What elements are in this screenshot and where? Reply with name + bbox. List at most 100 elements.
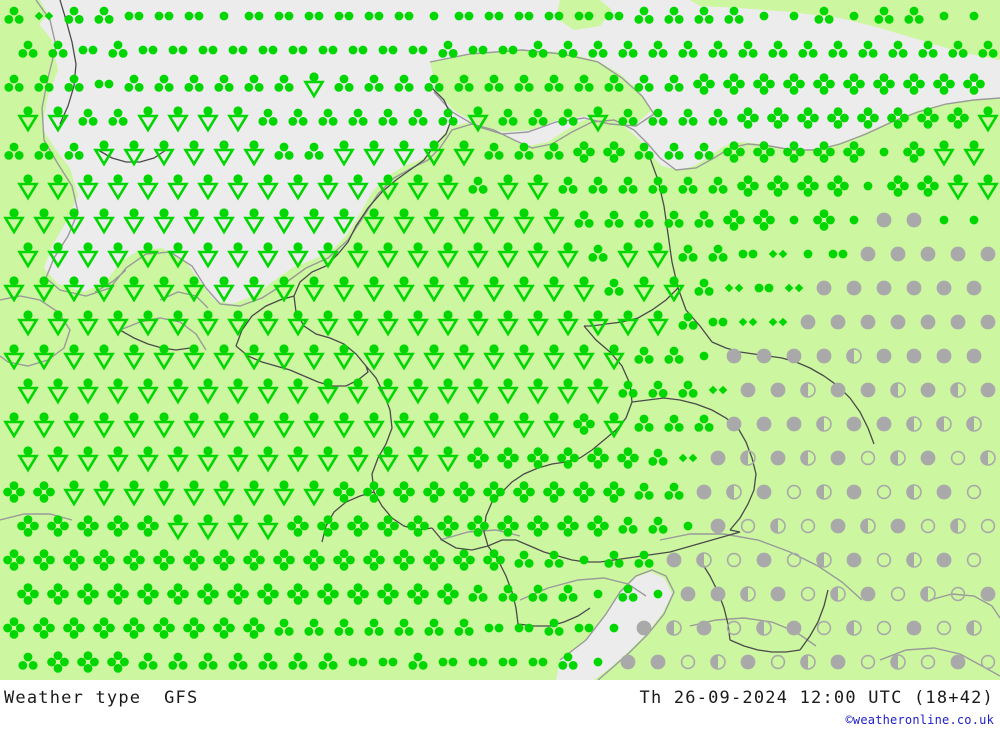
weather-symbol-P bbox=[920, 586, 936, 602]
weather-symbol-4 bbox=[467, 447, 489, 469]
weather-symbol-O bbox=[770, 586, 786, 602]
weather-symbol-S bbox=[93, 208, 115, 235]
weather-symbol-S bbox=[213, 140, 235, 167]
weather-symbol-S bbox=[197, 174, 219, 201]
weather-symbol-S bbox=[33, 344, 55, 371]
weather-symbol-O bbox=[830, 314, 846, 330]
weather-symbol-C bbox=[950, 450, 966, 466]
weather-symbol-3 bbox=[528, 108, 548, 126]
weather-symbol-4 bbox=[437, 515, 459, 537]
weather-symbol-S bbox=[93, 344, 115, 371]
weather-symbol-O bbox=[756, 416, 772, 432]
weather-symbol-2 bbox=[124, 11, 144, 21]
weather-symbol-S bbox=[467, 106, 489, 133]
weather-symbol-3 bbox=[228, 652, 248, 670]
weather-symbol-S bbox=[497, 242, 519, 269]
weather-symbol-S bbox=[167, 310, 189, 337]
weather-symbol-P bbox=[696, 552, 712, 568]
weather-symbol-S bbox=[273, 480, 295, 507]
weather-symbol-S bbox=[257, 174, 279, 201]
weather-symbol-3 bbox=[648, 40, 668, 58]
weather-symbol-3 bbox=[498, 108, 518, 126]
weather-symbol-S bbox=[317, 242, 339, 269]
weather-symbol-3 bbox=[154, 74, 174, 92]
weather-symbol-S bbox=[543, 276, 565, 303]
weather-symbol-3 bbox=[184, 74, 204, 92]
weather-symbol-S bbox=[93, 140, 115, 167]
weather-symbol-S bbox=[17, 446, 39, 473]
weather-symbol-4 bbox=[753, 73, 775, 95]
weather-symbol-4 bbox=[497, 515, 519, 537]
weather-symbol-4 bbox=[33, 617, 55, 639]
weather-symbol-4 bbox=[797, 175, 819, 197]
weather-symbol-3 bbox=[4, 142, 24, 160]
weather-symbol-4 bbox=[123, 617, 145, 639]
weather-symbol-3 bbox=[258, 108, 278, 126]
weather-symbol-S bbox=[497, 174, 519, 201]
weather-symbol-S bbox=[317, 310, 339, 337]
weather-symbol-S bbox=[183, 140, 205, 167]
weather-symbol-O bbox=[786, 620, 802, 636]
weather-symbol-C bbox=[876, 552, 892, 568]
weather-symbol-S bbox=[197, 514, 219, 541]
weather-symbol-S bbox=[543, 344, 565, 371]
weather-symbol-O bbox=[816, 280, 832, 296]
weather-symbol-4 bbox=[3, 617, 25, 639]
weather-symbol-O bbox=[920, 382, 936, 398]
weather-symbol-3 bbox=[528, 40, 548, 58]
weather-symbol-O bbox=[696, 620, 712, 636]
weather-symbol-4 bbox=[183, 617, 205, 639]
weather-symbol-S bbox=[617, 310, 639, 337]
weather-symbol-S bbox=[557, 378, 579, 405]
weather-symbol-g bbox=[699, 351, 709, 361]
weather-symbol-4 bbox=[573, 141, 595, 163]
weather-symbol-O bbox=[830, 450, 846, 466]
weather-symbol-C bbox=[800, 518, 816, 534]
weather-symbol-C bbox=[936, 620, 952, 636]
weather-symbol-S bbox=[287, 310, 309, 337]
weather-symbol-4 bbox=[93, 617, 115, 639]
weather-symbol-3 bbox=[604, 550, 624, 568]
weather-symbol-4 bbox=[587, 515, 609, 537]
weather-symbol-2 bbox=[318, 45, 338, 55]
weather-symbol-3 bbox=[514, 74, 534, 92]
weather-symbol-4 bbox=[363, 549, 385, 571]
weather-symbol-3 bbox=[394, 74, 414, 92]
weather-symbol-g bbox=[939, 215, 949, 225]
weather-symbol-4 bbox=[767, 107, 789, 129]
weather-symbol-4 bbox=[723, 141, 745, 163]
weather-symbol-P bbox=[890, 450, 906, 466]
weather-symbol-P bbox=[906, 484, 922, 500]
weather-symbol-S bbox=[393, 344, 415, 371]
weather-symbol-S bbox=[123, 344, 145, 371]
weather-symbol-4 bbox=[557, 515, 579, 537]
weather-symbol-S bbox=[257, 514, 279, 541]
weather-symbol-S bbox=[273, 412, 295, 439]
weather-symbol-S bbox=[483, 276, 505, 303]
weather-symbol-O bbox=[920, 314, 936, 330]
weather-symbol-2 bbox=[244, 11, 264, 21]
weather-symbol-3 bbox=[544, 74, 564, 92]
weather-map[interactable] bbox=[0, 0, 1000, 680]
weather-symbol-g bbox=[849, 11, 859, 21]
weather-symbol-4 bbox=[33, 481, 55, 503]
weather-symbol-S bbox=[423, 412, 445, 439]
weather-symbol-4 bbox=[347, 583, 369, 605]
weather-symbol-2 bbox=[754, 283, 774, 293]
weather-symbol-S bbox=[347, 310, 369, 337]
weather-symbol-2 bbox=[348, 45, 368, 55]
weather-symbol-S bbox=[483, 208, 505, 235]
weather-symbol-S bbox=[3, 208, 25, 235]
weather-symbol-S bbox=[347, 378, 369, 405]
weather-symbol-S bbox=[453, 412, 475, 439]
weather-symbol-3 bbox=[904, 6, 924, 24]
map-footer: Weather type GFS Th 26-09-2024 12:00 UTC… bbox=[0, 680, 1000, 733]
weather-symbol-O bbox=[890, 518, 906, 534]
weather-symbol-2 bbox=[454, 11, 474, 21]
weather-symbol-3 bbox=[648, 108, 668, 126]
weather-symbol-4 bbox=[377, 583, 399, 605]
weather-symbol-g bbox=[653, 589, 663, 599]
weather-symbol-S bbox=[317, 174, 339, 201]
weather-symbol-3 bbox=[768, 40, 788, 58]
weather-symbol-3 bbox=[288, 108, 308, 126]
